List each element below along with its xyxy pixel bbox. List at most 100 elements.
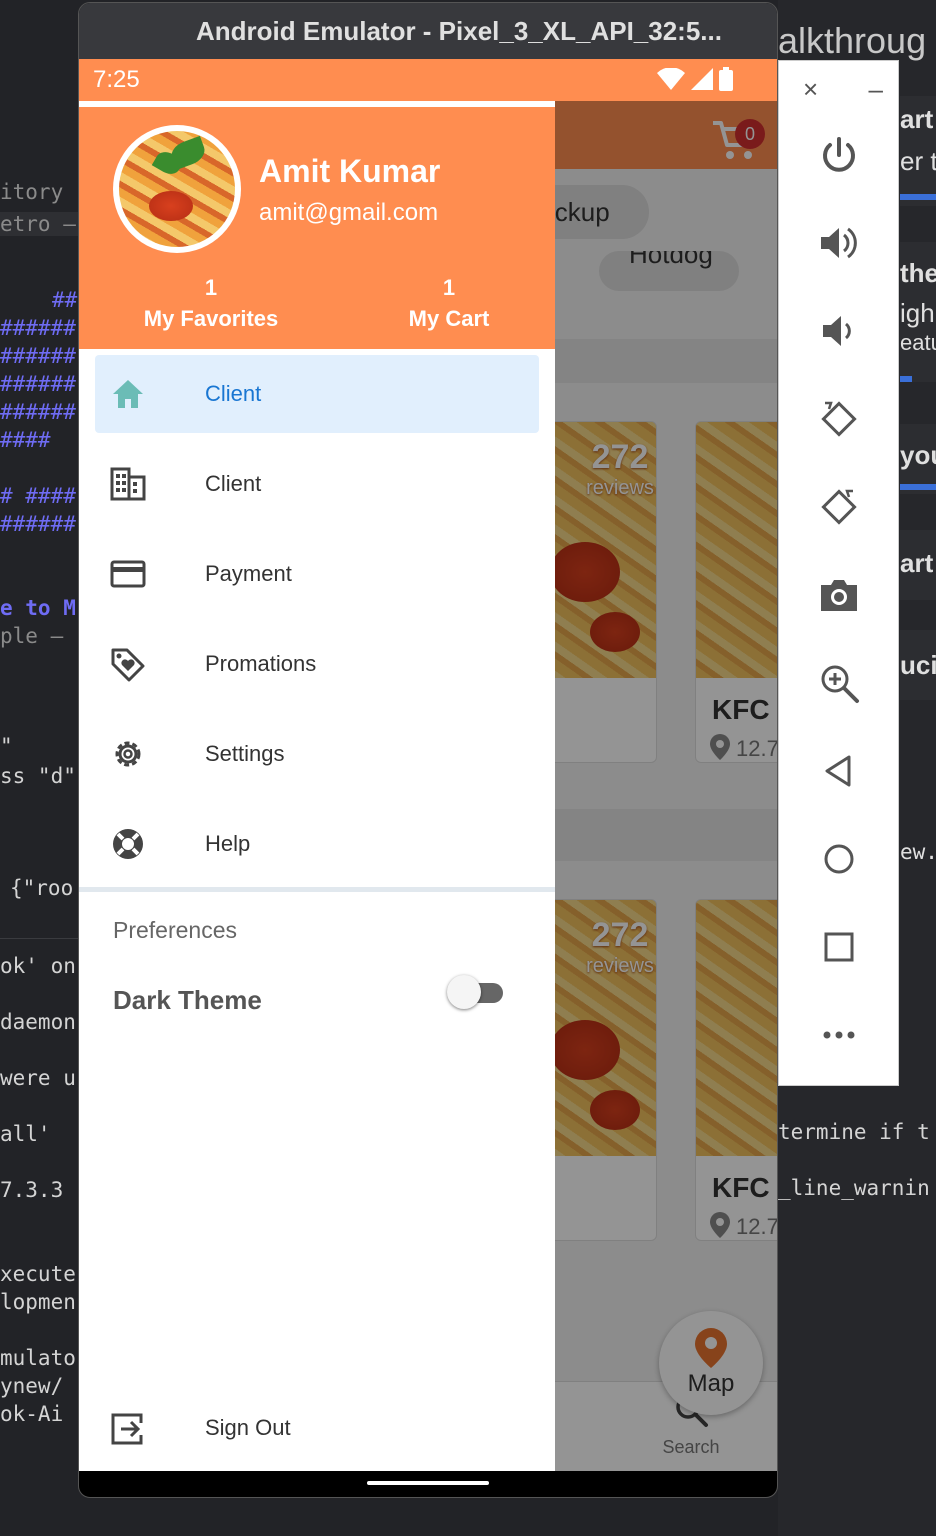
cart-label: My Cart (408, 306, 490, 331)
doc-text: art (900, 548, 934, 578)
drawer-divider (79, 887, 555, 892)
favorites-label: My Favorites (143, 306, 279, 331)
user-name: Amit Kumar (259, 153, 441, 189)
home-icon (113, 380, 143, 408)
cart-stat[interactable]: 1 My Cart (349, 273, 549, 335)
bg-line: ok' on (0, 954, 76, 978)
menu-item-help[interactable]: Help (95, 805, 539, 883)
camera-icon[interactable] (817, 573, 861, 617)
doc-text: uci (900, 650, 936, 680)
overview-icon[interactable] (817, 925, 861, 969)
menu-item-promations[interactable]: Promations (95, 625, 539, 703)
rotate-left-icon[interactable] (817, 397, 861, 441)
emulator-toolbar: × – (778, 60, 899, 1086)
bg-line: itory (0, 180, 64, 204)
bg-line: termine if t (778, 1120, 930, 1144)
bg-line: ###### (0, 372, 76, 396)
favorites-stat[interactable]: 1 My Favorites (111, 273, 311, 335)
gear-icon (115, 741, 141, 767)
bg-line: ###### (0, 316, 76, 340)
menu-item-payment[interactable]: Payment (95, 535, 539, 613)
bg-line: ###### (0, 344, 76, 368)
rotate-right-icon[interactable] (817, 485, 861, 529)
menu-item-client[interactable]: Client (95, 445, 539, 523)
bg-line: etro — (0, 212, 80, 236)
doc-bar (900, 376, 912, 382)
doc-text: er t (900, 146, 936, 176)
close-icon[interactable]: × (803, 76, 818, 102)
lifebuoy-icon (113, 829, 143, 859)
bg-line: ###### (0, 512, 76, 536)
volume-up-icon[interactable] (817, 221, 861, 265)
status-time: 7:25 (93, 66, 140, 93)
bg-line: xecute (0, 1262, 76, 1286)
menu-item-label: Client (205, 381, 262, 406)
menu-item-label: Settings (205, 741, 285, 766)
drawer-header: Amit Kumar amit@gmail.com 1 My Favorites… (79, 107, 555, 349)
back-icon[interactable] (817, 749, 861, 793)
menu-item-label: Client (205, 471, 262, 496)
bg-line: were u (0, 1066, 76, 1090)
bg-line: ynew/ (0, 1374, 64, 1398)
bg-line: " (0, 734, 13, 758)
minimize-icon[interactable]: – (869, 76, 883, 102)
tag-heart-icon (111, 648, 145, 682)
bg-line: {"roo (10, 876, 74, 900)
bg-line: 7.3.3 (0, 1178, 64, 1202)
doc-text: the (900, 258, 936, 288)
battery-icon (719, 67, 733, 91)
emulator-window: Android Emulator - Pixel_3_XL_API_32:5..… (78, 2, 778, 1498)
navigation-drawer: Amit Kumar amit@gmail.com 1 My Favorites… (79, 101, 555, 1471)
bg-line: # #### (0, 484, 76, 508)
doc-text: igh (900, 298, 935, 328)
emulator-title: Android Emulator - Pixel_3_XL_API_32:5..… (79, 3, 777, 59)
avatar-image (119, 131, 235, 247)
menu-item-label: Promations (205, 651, 317, 676)
bg-line: ###### (0, 400, 76, 424)
bg-line: lopmen (0, 1290, 76, 1314)
menu-item-settings[interactable]: Settings (95, 715, 539, 793)
background-doc-title: alkthroug (778, 20, 927, 61)
bg-line: ## (52, 288, 78, 312)
building-icon (110, 467, 146, 501)
doc-text: art (900, 104, 934, 134)
sign-out-label: Sign Out (205, 1415, 291, 1440)
bg-line: daemon (0, 1010, 76, 1034)
sign-out-icon (111, 1413, 143, 1445)
more-icon[interactable] (817, 1013, 861, 1057)
preferences-title: Preferences (113, 917, 238, 943)
status-bar: 7:25 (79, 59, 777, 101)
signal-icon (691, 68, 713, 90)
bg-line: e to M (0, 596, 76, 620)
bg-line: ok-Ai (0, 1402, 64, 1426)
doc-text: eatu (900, 330, 936, 355)
sign-out-button[interactable]: Sign Out (95, 1389, 539, 1467)
bg-line: _line_warnin (778, 1176, 930, 1200)
doc-bar (900, 484, 936, 490)
credit-card-icon (110, 560, 146, 588)
home-circle-icon[interactable] (817, 837, 861, 881)
device-screen: 7:25 0 ickup Hotdog 272 reviews KFC 12.7… (79, 59, 777, 1471)
user-email: amit@gmail.com (259, 199, 439, 226)
wifi-icon (657, 68, 685, 90)
favorites-count: 1 (204, 275, 218, 300)
menu-item-client-home[interactable]: Client (95, 355, 539, 433)
dark-theme-label: Dark Theme (113, 985, 262, 1015)
cart-count: 1 (442, 275, 456, 300)
bg-line: #### (0, 428, 51, 452)
volume-down-icon[interactable] (817, 309, 861, 353)
menu-item-label: Help (205, 831, 251, 856)
menu-item-label: Payment (205, 561, 292, 586)
toggle-knob (447, 975, 481, 1009)
home-indicator[interactable] (367, 1481, 489, 1485)
bg-line: mulato (0, 1346, 76, 1370)
avatar[interactable] (113, 125, 241, 253)
bg-line: ple — (0, 624, 64, 648)
doc-text: you (900, 440, 936, 470)
power-icon[interactable] (817, 133, 861, 177)
doc-text: ew. (900, 840, 936, 864)
dark-theme-toggle[interactable] (447, 975, 507, 1011)
doc-bar (900, 194, 936, 200)
bg-separator (0, 938, 80, 939)
zoom-icon[interactable] (817, 661, 861, 705)
